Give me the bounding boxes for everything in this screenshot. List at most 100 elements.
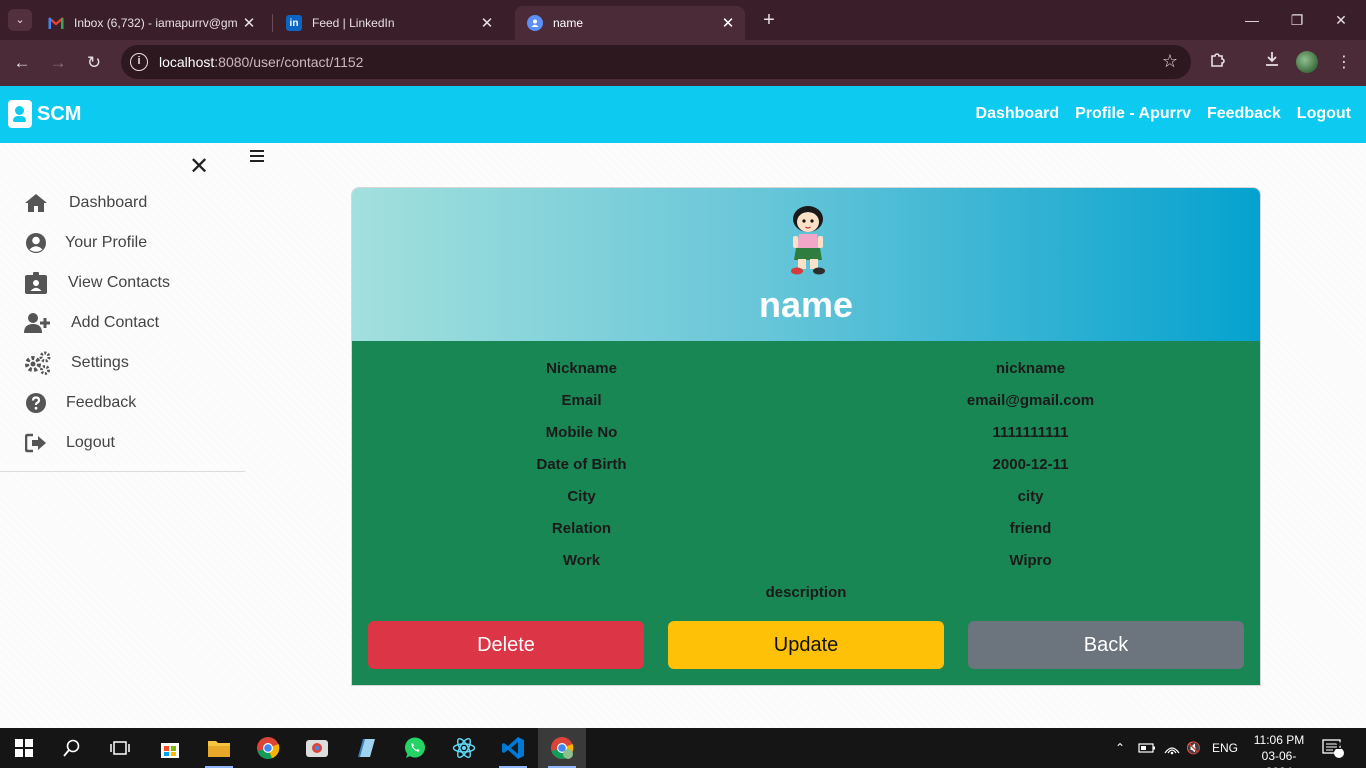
chrome-icon[interactable] <box>244 728 292 768</box>
windows-taskbar: ⌃ 🔇 ENG 11:06 PM 03-06-2024 2 <box>0 728 1366 768</box>
detail-value: Wipro <box>1009 552 1052 569</box>
clock-date: 03-06-2024 <box>1261 749 1297 768</box>
react-devtools-icon[interactable] <box>440 728 488 768</box>
notification-center-icon[interactable]: 2 <box>1322 728 1344 768</box>
hamburger-menu-icon[interactable] <box>250 150 266 168</box>
sidebar-item-label: View Contacts <box>68 274 170 291</box>
tab-divider <box>272 14 273 32</box>
home-icon <box>24 191 48 215</box>
detail-row-nickname: Nickname nickname <box>352 353 1260 385</box>
detail-label: Work <box>562 552 601 569</box>
tab-contact-active[interactable]: name ✕ <box>515 6 745 40</box>
contact-detail-card: name Nickname nickname Email email@gmail… <box>351 187 1261 686</box>
tab-close-icon[interactable]: ✕ <box>476 14 498 32</box>
update-button[interactable]: Update <box>668 621 944 669</box>
back-button[interactable]: Back <box>968 621 1244 669</box>
nav-dashboard-link[interactable]: Dashboard <box>976 105 1060 123</box>
tab-title: Feed | LinkedIn <box>312 16 395 30</box>
window-close-icon[interactable]: ✕ <box>1321 6 1361 34</box>
url-host: localhost <box>159 54 215 70</box>
tab-close-icon[interactable]: ✕ <box>238 14 260 32</box>
detail-row-relation: Relation friend <box>352 513 1260 545</box>
detail-value: friend <box>1009 520 1052 537</box>
sidebar-item-label: Dashboard <box>69 194 148 211</box>
battery-icon[interactable] <box>1138 728 1156 768</box>
download-icon[interactable] <box>1259 50 1285 76</box>
tab-title: name <box>553 16 584 30</box>
bookmark-star-icon[interactable]: ☆ <box>1162 51 1178 72</box>
site-info-icon[interactable]: i <box>130 53 148 71</box>
detail-row-city: City city <box>352 481 1260 513</box>
task-view-icon[interactable] <box>96 728 144 768</box>
detail-value: 1111111111 <box>992 424 1069 441</box>
notification-count: 2 <box>1336 741 1342 752</box>
back-arrow-icon[interactable]: ← <box>10 51 34 75</box>
notepad-icon[interactable] <box>342 728 390 768</box>
sidebar-item-feedback[interactable]: Feedback <box>24 391 136 415</box>
menu-kebab-icon[interactable]: ⋮ <box>1331 50 1357 76</box>
sidebar-item-view-contacts[interactable]: View Contacts <box>24 271 170 295</box>
chrome-active-icon[interactable] <box>538 728 586 768</box>
detail-row-work: Work Wipro <box>352 545 1260 577</box>
tab-search-chevron-icon[interactable]: ⌄ <box>8 9 32 31</box>
forward-arrow-icon[interactable]: → <box>46 51 70 75</box>
nav-profile-link[interactable]: Profile - Apurrv <box>1075 105 1191 123</box>
user-circle-icon <box>24 231 48 255</box>
address-bar[interactable]: i localhost:8080/user/contact/1152 ☆ <box>121 45 1191 79</box>
file-explorer-icon[interactable] <box>195 728 243 768</box>
profile-favicon <box>527 15 543 31</box>
search-icon[interactable] <box>48 728 96 768</box>
contact-details: Nickname nickname Email email@gmail.com … <box>352 341 1260 685</box>
contact-avatar <box>791 206 825 275</box>
address-card-icon <box>8 100 32 128</box>
extensions-icon[interactable] <box>1205 50 1231 76</box>
vscode-icon[interactable] <box>489 728 537 768</box>
tray-chevron-icon[interactable]: ⌃ <box>1115 728 1125 768</box>
detail-row-email: Email email@gmail.com <box>352 385 1260 417</box>
nav-logout-link[interactable]: Logout <box>1297 105 1351 123</box>
sidebar-close-icon[interactable]: ✕ <box>188 155 210 179</box>
windows-start-icon[interactable] <box>0 728 48 768</box>
delete-button[interactable]: Delete <box>368 621 644 669</box>
gmail-icon <box>48 15 64 31</box>
system-clock[interactable]: 11:06 PM 03-06-2024 <box>1249 732 1309 768</box>
sidebar-item-settings[interactable]: Settings <box>24 351 129 375</box>
reload-icon[interactable]: ↻ <box>82 51 106 75</box>
nav-feedback-link[interactable]: Feedback <box>1207 105 1281 123</box>
url-text[interactable]: localhost:8080/user/contact/1152 <box>159 54 363 70</box>
sidebar-item-add-contact[interactable]: Add Contact <box>24 311 159 335</box>
question-circle-icon <box>24 391 48 415</box>
user-plus-icon <box>24 311 52 335</box>
restore-icon[interactable]: ❐ <box>1277 6 1317 34</box>
sidebar-item-label: Settings <box>71 354 129 371</box>
tab-gmail[interactable]: Inbox (6,732) - iamapurrv@gma ✕ <box>36 6 266 40</box>
language-indicator[interactable]: ENG <box>1212 728 1238 768</box>
sidebar-item-profile[interactable]: Your Profile <box>24 231 147 255</box>
browser-profile-avatar[interactable] <box>1296 51 1318 73</box>
contact-card-icon <box>24 271 48 295</box>
brand-text: SCM <box>37 102 82 125</box>
browser-tab-strip: ⌄ Inbox (6,732) - iamapurrv@gma ✕ in Fee… <box>0 0 1366 40</box>
sidebar-item-logout[interactable]: Logout <box>24 431 115 455</box>
tab-linkedin[interactable]: in Feed | LinkedIn ✕ <box>274 6 504 40</box>
detail-label: Nickname <box>546 360 617 377</box>
minimize-icon[interactable]: — <box>1232 6 1272 34</box>
brand-logo[interactable]: SCM <box>8 100 81 128</box>
detail-label: Date of Birth <box>536 456 627 473</box>
detail-label: City <box>567 488 596 505</box>
tab-close-icon[interactable]: ✕ <box>717 14 739 32</box>
chrome-profile-icon[interactable] <box>293 728 341 768</box>
detail-value: email@gmail.com <box>966 392 1095 409</box>
sidebar-item-label: Your Profile <box>65 234 148 251</box>
speaker-muted-icon[interactable]: 🔇 <box>1186 728 1201 768</box>
main-content: ✕ Dashboard Your Profile View Contacts A… <box>0 143 1366 728</box>
new-tab-button[interactable]: + <box>758 8 780 32</box>
detail-row-dob: Date of Birth 2000-12-11 <box>352 449 1260 481</box>
wifi-icon[interactable] <box>1163 728 1181 768</box>
app-navbar: SCM Dashboard Profile - Apurrv Feedback … <box>0 86 1366 143</box>
sidebar-item-dashboard[interactable]: Dashboard <box>24 191 147 215</box>
whatsapp-icon[interactable] <box>391 728 439 768</box>
clock-time: 11:06 PM <box>1253 733 1305 747</box>
detail-label: Relation <box>551 520 612 537</box>
store-icon[interactable] <box>146 728 194 768</box>
